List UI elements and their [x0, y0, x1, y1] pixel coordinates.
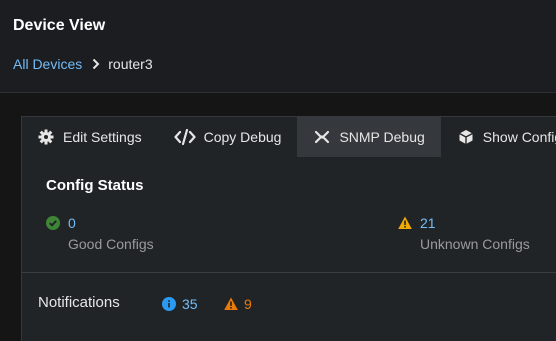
notifications-bar: Notifications 35 9 — [22, 272, 556, 337]
tab-label: SNMP Debug — [339, 129, 425, 145]
unknown-count[interactable]: 21 — [420, 215, 436, 231]
tab-copy-debug[interactable]: Copy Debug — [158, 117, 298, 157]
good-count[interactable]: 0 — [68, 215, 76, 231]
code-icon — [174, 129, 196, 145]
warning-notifications[interactable]: 9 — [224, 296, 252, 312]
unknown-configs-label: Unknown Configs — [420, 236, 530, 252]
warning-icon — [224, 297, 238, 311]
info-notifications[interactable]: 35 — [162, 296, 198, 312]
tab-snmp-debug[interactable]: SNMP Debug — [297, 117, 441, 157]
chevron-right-icon — [92, 58, 100, 70]
info-circle-icon — [162, 297, 176, 311]
device-card: Edit Settings Copy Debug SNMP Debug Show… — [21, 116, 556, 341]
breadcrumb-link-all-devices[interactable]: All Devices — [13, 56, 82, 72]
config-status-title: Config Status — [46, 177, 144, 194]
tab-label: Show Config — [482, 129, 556, 145]
check-circle-icon — [46, 216, 60, 230]
unknown-configs-count[interactable]: 21 — [398, 215, 436, 231]
warning-icon — [398, 216, 412, 230]
tab-edit-settings[interactable]: Edit Settings — [22, 117, 158, 157]
action-tabs: Edit Settings Copy Debug SNMP Debug Show… — [22, 117, 556, 157]
good-configs-label: Good Configs — [68, 236, 154, 252]
good-configs-count[interactable]: 0 — [46, 215, 76, 231]
notifications-title: Notifications — [38, 294, 120, 311]
breadcrumb: All Devices router3 — [13, 56, 153, 72]
info-count[interactable]: 35 — [182, 296, 198, 312]
gear-icon — [37, 129, 55, 145]
page-title: Device View — [13, 17, 106, 34]
snmp-icon — [313, 129, 331, 145]
cube-icon — [457, 129, 475, 145]
breadcrumb-current: router3 — [108, 56, 153, 72]
page-header: Device View All Devices router3 — [0, 0, 556, 93]
warning-count[interactable]: 9 — [244, 296, 252, 312]
tab-label: Copy Debug — [203, 129, 282, 145]
tab-label: Edit Settings — [63, 129, 142, 145]
tab-show-config[interactable]: Show Config — [441, 117, 556, 157]
